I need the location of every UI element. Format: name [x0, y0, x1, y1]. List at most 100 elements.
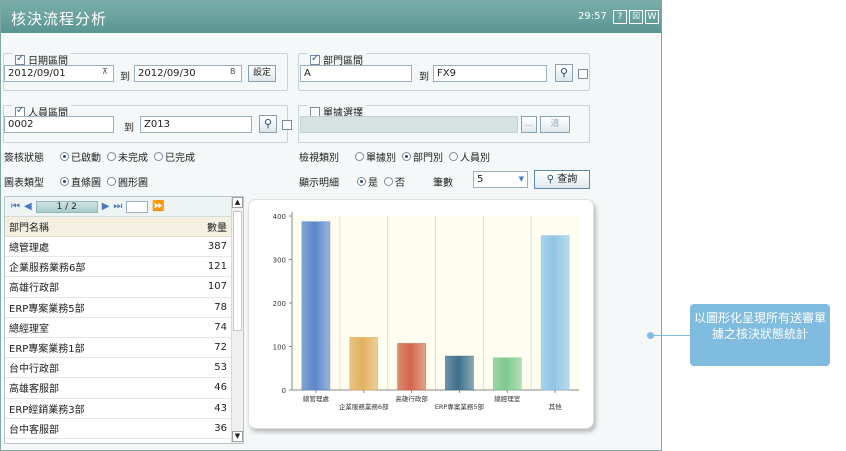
- person-search-icon[interactable]: ⚲: [259, 115, 277, 133]
- chart-panel: 0 100 200 300 400 總管理處 企業服務業務6部 高雄行政部 ERP專案業務5部總…: [248, 199, 594, 429]
- dept-name-cell: 總經理室: [9, 323, 49, 335]
- next-page-icon[interactable]: ▶: [102, 201, 110, 212]
- count-cell: 74: [214, 321, 227, 333]
- dept-extra-checkbox[interactable]: [578, 69, 588, 79]
- word-icon[interactable]: W: [645, 10, 659, 24]
- first-page-icon[interactable]: ⏮: [11, 201, 20, 212]
- count-cell: 46: [214, 382, 227, 394]
- grid-body: 總管理處 387 企業服務業務6部 121 高雄行政部 107 ERP專案業務5部 78 總經理…: [5, 237, 243, 439]
- help-icon[interactable]: ?: [613, 10, 627, 24]
- view-option-person[interactable]: 人員別: [449, 149, 490, 164]
- table-row[interactable]: ERP專案業務1部 72: [5, 338, 243, 359]
- y-tick-label: 200: [273, 300, 286, 308]
- bar: [540, 235, 570, 391]
- view-option-form[interactable]: 單據別: [355, 149, 396, 164]
- date-range-checkbox[interactable]: [15, 53, 25, 65]
- x-tick-label: 總經理室: [494, 394, 521, 403]
- show-detail-row: 顯示明細 是 否 筆數: [299, 174, 461, 189]
- x-tick-label: 高雄行政部: [395, 394, 428, 403]
- count-cell: 121: [207, 261, 227, 273]
- x-tick-label: 總管理處: [303, 394, 330, 403]
- scroll-thumb[interactable]: [233, 211, 242, 331]
- chart-option-bar[interactable]: 直條圖: [60, 174, 101, 189]
- count-cell: 72: [214, 342, 227, 354]
- person-from-field[interactable]: 0002: [4, 116, 114, 133]
- col-count[interactable]: 數量: [185, 219, 229, 234]
- dept-name-cell: 總管理處: [9, 243, 49, 255]
- person-to-field[interactable]: Z013: [140, 116, 252, 133]
- date-to-field[interactable]: 2012/09/30: [134, 65, 242, 82]
- calendar-icon[interactable]: ⊼: [102, 67, 108, 76]
- view-type-row: 檢視類別 單據別 部門別 人員別: [299, 149, 496, 164]
- set-button[interactable]: 設定: [248, 65, 276, 82]
- view-type-label: 檢視類別: [299, 153, 339, 164]
- clear-button: 清: [540, 116, 570, 133]
- search-icon: ⚲: [546, 174, 555, 185]
- table-row[interactable]: 台中行政部 53: [5, 358, 243, 379]
- view-option-dept[interactable]: 部門別: [402, 149, 443, 164]
- table-row[interactable]: ERP經銷業務3部 43: [5, 399, 243, 419]
- table-row[interactable]: 高雄行政部 107: [5, 277, 243, 298]
- y-tick-label: 100: [273, 344, 286, 352]
- pager: ⏮ ◀ 1 / 2 ▶ ⏭ ⏩: [5, 197, 243, 217]
- dept-to-field[interactable]: FX9: [433, 65, 547, 82]
- prev-page-icon[interactable]: ◀: [24, 201, 32, 212]
- status-option-started[interactable]: 已啟動: [60, 149, 101, 164]
- dept-name-cell: ERP經銷業務3部: [9, 404, 85, 416]
- count-select[interactable]: 5 ▼: [473, 171, 528, 188]
- form-select-checkbox[interactable]: [310, 106, 320, 117]
- status-option-incomplete[interactable]: 未完成: [107, 149, 148, 164]
- count-cell: 387: [207, 241, 227, 253]
- x-tick-label: 企業服務業務6部: [339, 402, 389, 411]
- dept-name-cell: 台中行政部: [9, 364, 59, 376]
- dept-from-field[interactable]: A: [300, 65, 412, 82]
- table-row[interactable]: 企業服務業務6部 121: [5, 257, 243, 278]
- count-cell: 53: [214, 362, 227, 374]
- dept-to-label: 到: [419, 72, 429, 83]
- close-icon[interactable]: ☒: [629, 10, 643, 24]
- grid-header: 部門名稱 數量: [5, 217, 243, 237]
- chart-option-pie[interactable]: 圓形圖: [107, 174, 148, 189]
- go-page-icon[interactable]: ⏩: [152, 201, 164, 212]
- y-tick-label: 300: [273, 257, 286, 265]
- table-row[interactable]: 總管理處 387: [5, 237, 243, 258]
- dept-range-checkbox[interactable]: [310, 53, 320, 65]
- page-indicator: 1 / 2: [35, 200, 98, 213]
- session-timer: 29:57: [578, 11, 607, 22]
- detail-option-yes[interactable]: 是: [357, 174, 378, 189]
- date-to-label: 到: [120, 72, 130, 83]
- table-row[interactable]: 高雄客服部 46: [5, 378, 243, 399]
- bar: [301, 221, 331, 391]
- last-page-icon[interactable]: ⏭: [113, 201, 122, 212]
- query-button[interactable]: ⚲ 查詢: [534, 170, 590, 189]
- count-cell: 36: [214, 422, 227, 434]
- bar: [493, 357, 522, 391]
- dept-name-cell: 企業服務業務6部: [9, 263, 86, 275]
- form-select-field: [300, 116, 518, 133]
- table-row[interactable]: ERP專案業務5部 78: [5, 298, 243, 318]
- col-dept-name[interactable]: 部門名稱: [5, 219, 185, 234]
- status-option-complete[interactable]: 已完成: [154, 149, 195, 164]
- table-row[interactable]: 總經理室 74: [5, 318, 243, 338]
- x-tick-label: ERP專案業務5部: [435, 402, 485, 411]
- person-range-checkbox[interactable]: [15, 105, 25, 117]
- count-cell: 107: [207, 281, 227, 293]
- person-extra-checkbox[interactable]: [282, 120, 292, 130]
- date-from-field[interactable]: 2012/09/01: [4, 65, 114, 82]
- callout-note: 以圖形化呈現所有送審單據之核決狀態統計: [690, 304, 830, 366]
- bar-chart: 0 100 200 300 400 總管理處企業服務業務6部高雄行政部 ERP專案業務5部總…: [273, 212, 579, 411]
- calendar-icon-2[interactable]: B: [230, 67, 236, 76]
- y-tick-label: 0: [282, 387, 286, 395]
- page-input[interactable]: [126, 200, 149, 213]
- detail-option-no[interactable]: 否: [384, 174, 405, 189]
- table-row[interactable]: 台中客服部 36: [5, 419, 243, 439]
- scroll-up-icon[interactable]: ▲: [232, 197, 243, 208]
- count-label: 筆數: [433, 178, 453, 189]
- scroll-down-icon[interactable]: ▼: [232, 431, 243, 442]
- analysis-window: 核決流程分析 29:57 ? ☒ W 日期區間 2012/09/01 ⊼ 到 2…: [0, 0, 662, 451]
- grid-scrollbar[interactable]: ▲ ▼: [231, 197, 243, 443]
- window-title: 核決流程分析: [11, 10, 108, 28]
- browse-button: ...: [521, 116, 537, 133]
- dept-search-icon[interactable]: ⚲: [555, 64, 573, 82]
- dept-grid: ⏮ ◀ 1 / 2 ▶ ⏭ ⏩ 部門名稱 數量 總管理處 387 企業服務業務6部 1…: [4, 196, 244, 444]
